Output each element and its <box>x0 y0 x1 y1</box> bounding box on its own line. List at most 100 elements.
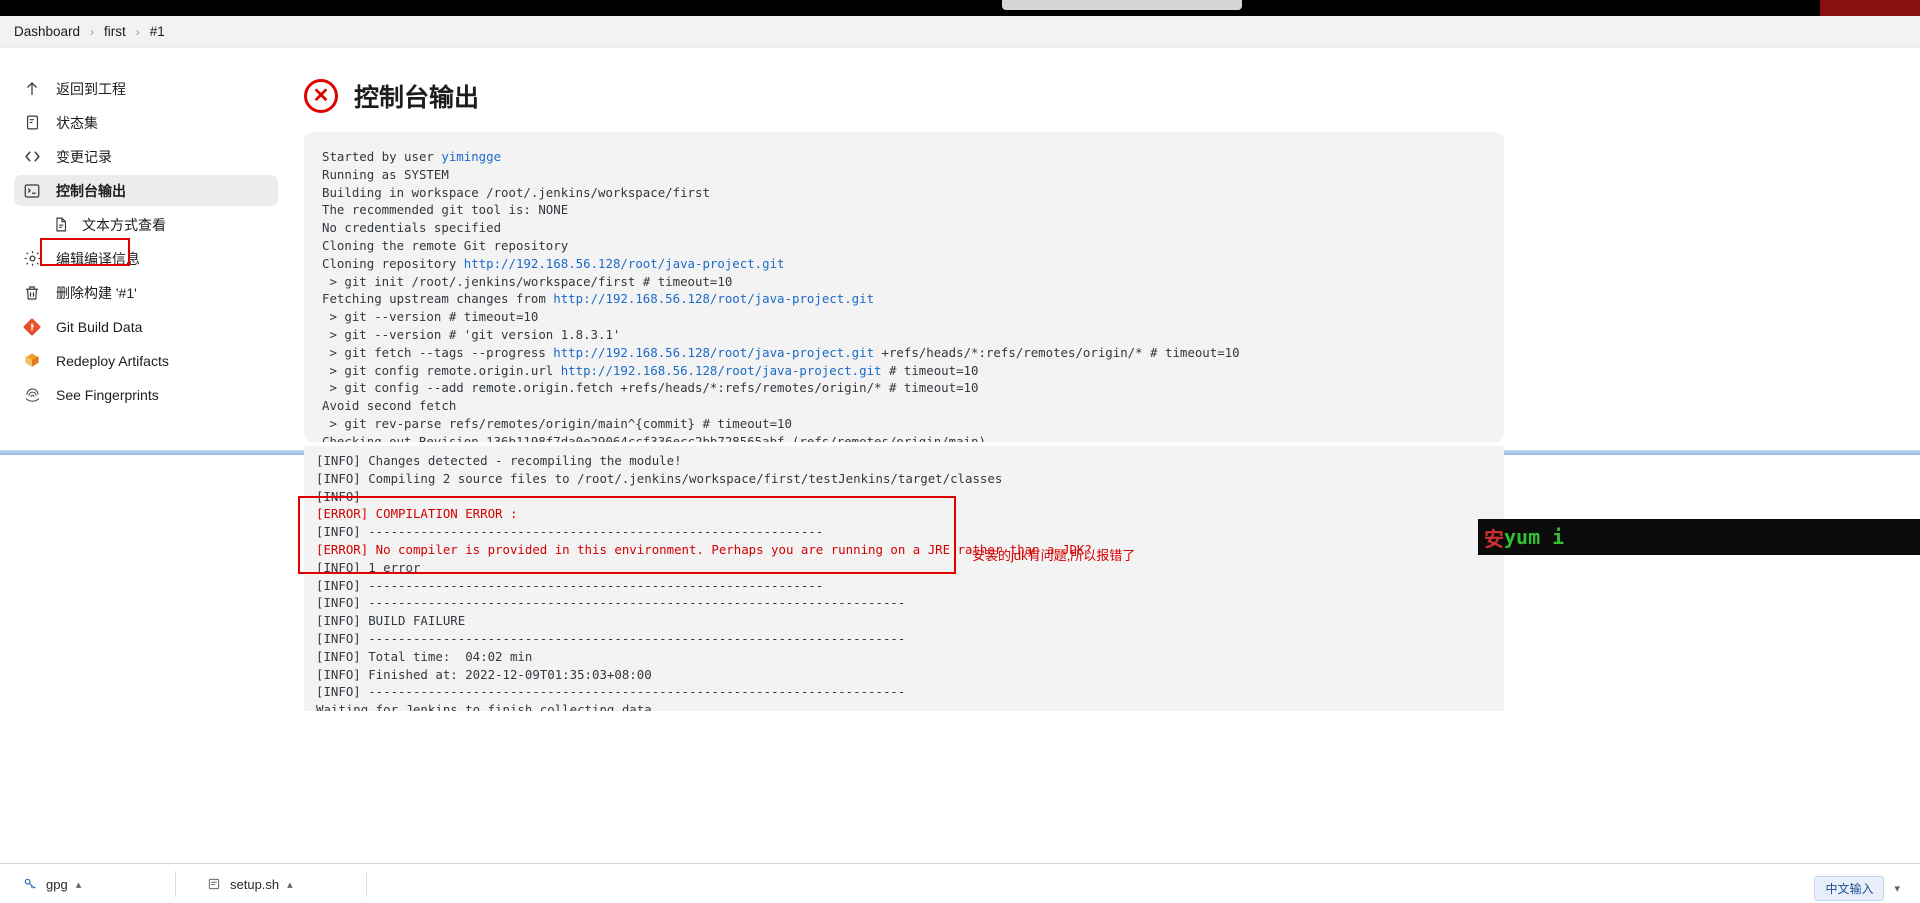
console-log-line: The recommended git tool is: NONE <box>322 202 569 218</box>
breadcrumb-separator-icon: › <box>135 24 140 39</box>
sidebar-item-console-output[interactable]: 控制台输出 <box>14 175 278 206</box>
repository-link[interactable]: http://192.168.56.128/root/java-project.… <box>553 291 874 306</box>
browser-chrome-strip <box>0 0 1920 16</box>
document-icon <box>22 113 42 133</box>
console-log-line: > git fetch --tags --progress http://192… <box>322 344 1240 360</box>
console-log-line: > git config --add remote.origin.fetch +… <box>322 380 979 396</box>
sidebar-item-label: 状态集 <box>56 114 98 131</box>
taskbar-divider <box>175 871 176 897</box>
breadcrumb-item-first[interactable]: first <box>104 24 126 39</box>
console-log-line: Waiting for Jenkins to finish collecting… <box>316 702 652 711</box>
annotation-text: 安装的jdk有问题,所以报错了 <box>972 548 1136 563</box>
sidebar-item-redeploy-artifacts[interactable]: Redeploy Artifacts <box>14 345 278 376</box>
console-log-line: [INFO] ---------------------------------… <box>316 684 906 700</box>
taskbar-item-label: gpg <box>46 876 68 892</box>
sidebar-item-label: 编辑编译信息 <box>56 250 140 267</box>
sidebar-item-back-to-project[interactable]: 返回到工程 <box>14 73 278 104</box>
sidebar-item-status[interactable]: 状态集 <box>14 107 278 138</box>
terminal-icon <box>22 181 42 201</box>
console-log-line: Avoid second fetch <box>322 398 457 414</box>
console-log-line: > git --version # 'git version 1.8.3.1' <box>322 326 621 342</box>
sidebar-item-label: See Fingerprints <box>56 386 159 403</box>
sidebar-item-changes[interactable]: 变更记录 <box>14 141 278 172</box>
console-log-line: > git init /root/.jenkins/workspace/firs… <box>322 273 733 289</box>
page-header: ✕ 控制台输出 <box>290 56 1920 132</box>
console-log-line: [INFO] Finished at: 2022-12-09T01:35:03+… <box>316 666 652 682</box>
console-log-line: > git --version # timeout=10 <box>322 309 539 325</box>
code-icon <box>22 147 42 167</box>
ime-status-badge[interactable]: 中文输入 <box>1814 876 1885 901</box>
console-log-line: [INFO] ---------------------------------… <box>316 630 906 646</box>
console-error-line: [ERROR] COMPILATION ERROR : <box>316 506 518 522</box>
console-log-line: [INFO] Total time: 04:02 min <box>316 648 533 664</box>
taskbar-item-gpg[interactable]: gpg ▴ <box>14 867 89 901</box>
sidebar-item-edit-build-information[interactable]: 编辑编译信息 <box>14 243 278 274</box>
taskbar-item-setup-sh[interactable]: setup.sh ▴ <box>198 867 301 901</box>
arrow-up-icon <box>22 79 42 99</box>
trash-icon <box>22 283 42 303</box>
sidebar: 返回到工程 状态集 变更记录 控制台输出 文本方式查看 编辑编译信息 删除构建 … <box>0 56 290 413</box>
repository-link[interactable]: http://192.168.56.128/root/java-project.… <box>561 363 882 378</box>
console-log-line: Started by user yimingge <box>322 149 502 164</box>
chevron-down-icon[interactable]: ▾ <box>1894 882 1900 895</box>
key-icon <box>22 876 38 892</box>
redeploy-icon <box>22 351 42 371</box>
terminal-overlay-window[interactable]: 安 yum i <box>1478 519 1920 555</box>
fingerprint-icon <box>22 385 42 405</box>
console-log-line: [INFO] ---------------------------------… <box>316 595 906 611</box>
repository-link[interactable]: http://192.168.56.128/root/java-project.… <box>553 345 874 360</box>
main-content: ✕ 控制台输出 Started by user yimingge Running … <box>290 56 1920 442</box>
error-circle-x-icon: ✕ <box>304 79 338 113</box>
console-log-line: [INFO] Changes detected - recompiling th… <box>316 453 682 468</box>
sidebar-item-label: 变更记录 <box>56 148 112 165</box>
console-log-line: [INFO] ---------------------------------… <box>316 488 824 504</box>
console-log-line: [INFO] BUILD FAILURE <box>316 613 466 629</box>
console-log-line: Building in workspace /root/.jenkins/wor… <box>322 184 710 200</box>
sidebar-item-label: 文本方式查看 <box>82 216 166 233</box>
sidebar-item-label: Git Build Data <box>56 318 143 335</box>
sidebar-item-label: 返回到工程 <box>56 80 126 97</box>
console-error-line: [ERROR] No compiler is provided in this … <box>316 541 1092 557</box>
console-log-line: Cloning the remote Git repository <box>322 237 569 253</box>
sidebar-item-view-as-plain-text[interactable]: 文本方式查看 <box>14 209 278 240</box>
sidebar-item-see-fingerprints[interactable]: See Fingerprints <box>14 379 278 410</box>
console-log-line: > git config remote.origin.url http://19… <box>322 362 979 378</box>
script-icon <box>206 876 222 892</box>
browser-tab[interactable] <box>1002 0 1242 10</box>
gear-icon <box>22 249 42 269</box>
breadcrumb: Dashboard › first › #1 <box>0 16 1920 48</box>
file-text-icon <box>50 215 70 235</box>
sidebar-item-git-build-data[interactable]: Git Build Data <box>14 311 278 342</box>
taskbar: gpg ▴ setup.sh ▴ 中文输入 ▾ <box>0 863 1920 903</box>
terminal-prefix-text: 安 <box>1484 526 1504 551</box>
sidebar-item-label: Redeploy Artifacts <box>56 352 169 369</box>
console-output-panel-top[interactable]: Started by user yimingge Running as SYSTE… <box>304 132 1504 442</box>
console-log-line: Fetching upstream changes from http://19… <box>322 291 875 307</box>
taskbar-tray: 中文输入 ▾ <box>1814 876 1900 901</box>
git-icon <box>22 317 42 337</box>
taskbar-divider <box>366 871 367 897</box>
terminal-command-text: yum i <box>1504 525 1565 549</box>
console-log-line: Checking out Revision 136b1198f7da0e2906… <box>322 433 986 442</box>
repository-link[interactable]: yimingge <box>441 149 501 164</box>
breadcrumb-item-dashboard[interactable]: Dashboard <box>14 24 80 39</box>
page-title: 控制台输出 <box>354 84 480 112</box>
taskbar-item-label: setup.sh <box>230 876 280 892</box>
repository-link[interactable]: http://192.168.56.128/root/java-project.… <box>464 256 785 271</box>
sidebar-item-label: 删除构建 '#1' <box>56 284 137 301</box>
breadcrumb-separator-icon: › <box>90 24 95 39</box>
window-control-region[interactable] <box>1820 0 1920 16</box>
console-log-line: Cloning repository http://192.168.56.128… <box>322 255 785 271</box>
chevron-up-icon[interactable]: ▴ <box>287 878 293 891</box>
console-log-line: [INFO] Compiling 2 source files to /root… <box>316 470 1003 486</box>
sidebar-item-delete-build[interactable]: 删除构建 '#1' <box>14 277 278 308</box>
chevron-up-icon[interactable]: ▴ <box>76 878 82 891</box>
console-output-panel-bottom[interactable]: [INFO] Changes detected - recompiling th… <box>304 446 1504 711</box>
console-log-line: [INFO] ---------------------------------… <box>316 577 824 593</box>
console-log-line: [INFO] 1 error <box>316 559 421 575</box>
sidebar-item-label: 控制台输出 <box>56 182 126 199</box>
console-log-line: [INFO] ---------------------------------… <box>316 524 824 540</box>
console-log-line: Running as SYSTEM <box>322 166 449 182</box>
breadcrumb-item-build-1[interactable]: #1 <box>150 24 165 39</box>
console-log-line: No credentials specified <box>322 220 502 236</box>
